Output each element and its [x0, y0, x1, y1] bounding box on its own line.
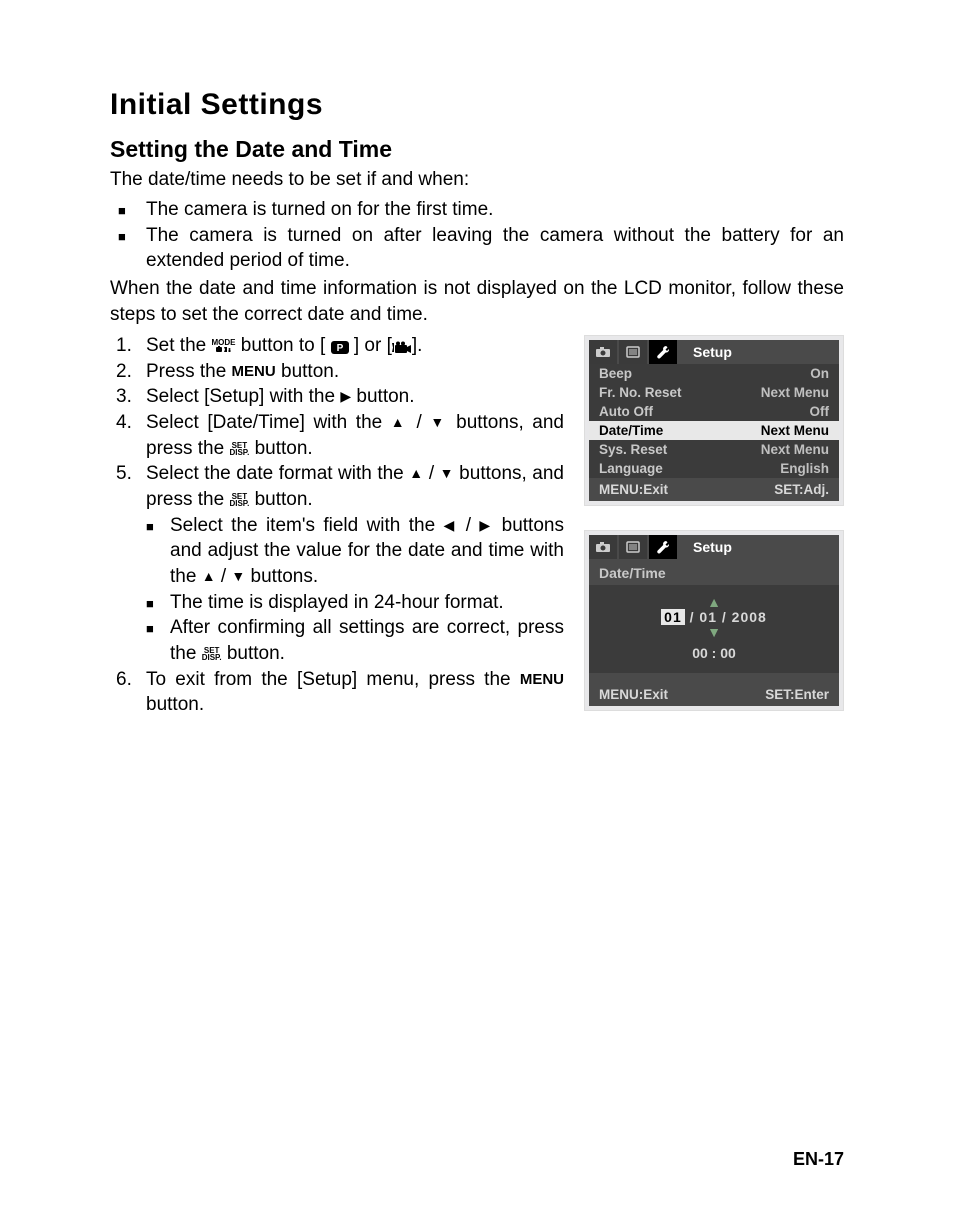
time-value: 00 : 00: [589, 645, 839, 661]
menu-button-label: MENU: [520, 670, 564, 687]
step-text: button.: [351, 386, 414, 407]
down-arrow-icon: ▼: [440, 465, 454, 481]
menu-row: Fr. No. ResetNext Menu: [589, 383, 839, 402]
page-number: EN-17: [793, 1149, 844, 1170]
set-disp-button-icon: SETDISP.: [229, 442, 249, 456]
step-text: Set the: [146, 335, 212, 356]
lcd-foot-left: MENU:Exit: [599, 687, 668, 702]
up-arrow-icon: ▲: [202, 568, 216, 584]
step-item: Select [Date/Time] with the ▲ / ▼ button…: [146, 410, 564, 461]
step-text: button.: [249, 489, 312, 510]
step-text: button.: [222, 643, 285, 664]
tab-list-icon: [619, 535, 647, 559]
step-text: Press the: [146, 361, 232, 382]
conditions-list: The camera is turned on for the first ti…: [110, 197, 844, 274]
sub-list: Select the item's field with the ◀ / ▶ b…: [146, 513, 564, 667]
step-item: Select [Setup] with the ▶ button.: [146, 384, 564, 410]
left-arrow-icon: ◀: [444, 517, 458, 533]
instruction-para: When the date and time information is no…: [110, 276, 844, 327]
step-text: buttons.: [245, 566, 318, 587]
tab-wrench-icon: [649, 535, 677, 559]
bullet-item: The camera is turned on after leaving th…: [146, 223, 844, 274]
down-arrow-icon: ▼: [231, 568, 245, 584]
menu-row-selected: Date/TimeNext Menu: [589, 421, 839, 440]
lcd-title: Setup: [679, 535, 732, 559]
lcd-setup-menu: Setup BeepOn Fr. No. ResetNext Menu Auto…: [584, 335, 844, 506]
lcd-foot-right: SET:Adj.: [774, 482, 829, 497]
step-text: Select [Setup] with the: [146, 386, 340, 407]
datetime-heading: Date/Time: [599, 565, 829, 585]
page-title: Initial Settings: [110, 88, 844, 122]
menu-row: Auto OffOff: [589, 402, 839, 421]
slash: /: [216, 566, 232, 587]
step-text: button.: [146, 694, 204, 715]
tab-wrench-icon: [649, 340, 677, 364]
tab-list-icon: [619, 340, 647, 364]
step-text: Select the date format with the: [146, 463, 409, 484]
step-text: Select the item's field with the: [170, 515, 444, 536]
section-title: Setting the Date and Time: [110, 136, 844, 163]
sub-item: The time is displayed in 24-hour format.: [170, 590, 564, 616]
lcd-datetime-screen: Setup Date/Time ▲ 01 / 01 / 2008 ▼ 00 : …: [584, 530, 844, 711]
tab-camera-icon: [589, 340, 617, 364]
step-item: Select the date format with the ▲ / ▼ bu…: [146, 461, 564, 666]
slash: /: [408, 412, 430, 433]
date-value: 01 / 01 / 2008: [589, 609, 839, 625]
step-text: To exit from the [Setup] menu, press the: [146, 669, 520, 690]
sub-item: After confirming all settings are correc…: [170, 615, 564, 666]
video-mode-icon: [392, 341, 412, 354]
step-item: To exit from the [Setup] menu, press the…: [146, 667, 564, 718]
right-arrow-icon: ▶: [479, 517, 493, 533]
right-arrow-icon: ▶: [340, 388, 351, 404]
intro-text: The date/time needs to be set if and whe…: [110, 169, 844, 191]
up-arrow-icon: ▲: [391, 414, 408, 430]
steps-list: Set the MODE button to [ P ] or []. Pres…: [110, 333, 564, 718]
step-item: Set the MODE button to [ P ] or [].: [146, 333, 564, 359]
menu-button-label: MENU: [232, 363, 276, 380]
set-disp-button-icon: SETDISP.: [202, 647, 222, 661]
step-text: button to [: [236, 335, 331, 356]
step-text: button.: [276, 361, 339, 382]
step-text: ] or [: [349, 335, 392, 356]
menu-row: LanguageEnglish: [589, 459, 839, 478]
step-item: Press the MENU button.: [146, 359, 564, 385]
slash: /: [457, 515, 479, 536]
set-disp-button-icon: SETDISP.: [229, 493, 249, 507]
lcd-foot-right: SET:Enter: [765, 687, 829, 702]
menu-row: BeepOn: [589, 364, 839, 383]
lcd-foot-left: MENU:Exit: [599, 482, 668, 497]
p-mode-icon: P: [331, 341, 349, 354]
sub-item: Select the item's field with the ◀ / ▶ b…: [170, 513, 564, 590]
mode-button-icon: MODE: [212, 339, 236, 354]
lcd-title: Setup: [679, 340, 732, 364]
step-text: ].: [412, 335, 423, 356]
bullet-item: The camera is turned on for the first ti…: [146, 197, 844, 223]
down-arrow-icon: ▼: [589, 625, 839, 639]
down-arrow-icon: ▼: [430, 414, 447, 430]
up-arrow-icon: ▲: [589, 595, 839, 609]
svg-text:P: P: [336, 343, 343, 354]
step-text: Select [Date/Time] with the: [146, 412, 391, 433]
step-text: button.: [249, 438, 312, 459]
up-arrow-icon: ▲: [409, 465, 423, 481]
slash: /: [423, 463, 439, 484]
tab-camera-icon: [589, 535, 617, 559]
menu-row: Sys. ResetNext Menu: [589, 440, 839, 459]
